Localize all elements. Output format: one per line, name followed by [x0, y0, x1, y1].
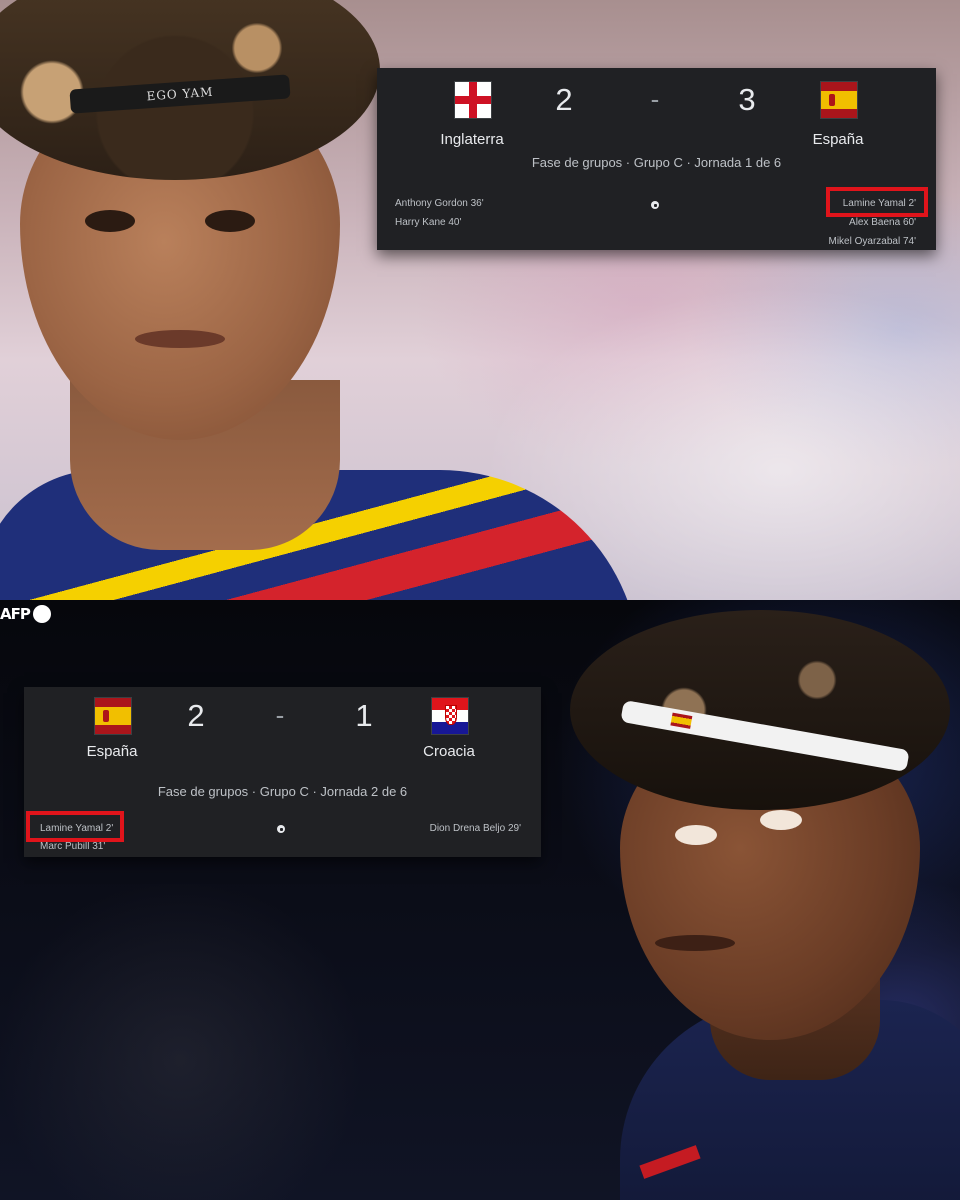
home-score: 2 [555, 82, 573, 117]
croatia-flag-icon [431, 697, 469, 735]
afp-logo-text: AFP [0, 605, 31, 623]
player-eye-left [85, 210, 135, 232]
away-score: 1 [355, 698, 373, 733]
away-team-name: Croacia [423, 743, 475, 760]
score-card-match-2: España 2 - 1 Croacia Fase de grupos · Gr… [24, 687, 541, 857]
match-stage: Fase de grupos · Grupo C · Jornada 2 de … [157, 784, 408, 799]
player-mouth [655, 935, 735, 951]
home-score: 2 [187, 698, 205, 733]
home-team-name: Inglaterra [440, 131, 504, 148]
soccer-ball-icon [651, 201, 659, 209]
photo-credit: AFP [0, 604, 51, 624]
score-card-match-1: Inglaterra 2 - 3 España Fase de grupos ·… [377, 68, 936, 250]
home-scorer: Harry Kane 40' [395, 217, 462, 228]
score-separator: - [275, 700, 285, 730]
match-stage: Fase de grupos · Grupo C · Jornada 1 de … [531, 155, 782, 170]
away-scorer: Mikel Oyarzabal 74' [828, 236, 917, 247]
score-separator: - [650, 84, 660, 114]
player-eye-left [675, 825, 717, 845]
highlight-box [826, 187, 928, 217]
player-eye-right [205, 210, 255, 232]
home-team-name: España [86, 743, 138, 760]
headband-text: EGO YAM [146, 84, 214, 104]
away-scorer: Alex Baena 60' [849, 217, 916, 228]
player-mouth [135, 330, 225, 348]
highlight-box [26, 811, 124, 842]
away-scorer: Dion Drena Beljo 29' [429, 823, 521, 834]
away-team-name: España [812, 131, 864, 148]
away-score: 3 [738, 82, 756, 117]
player-eye-right [760, 810, 802, 830]
home-scorer: Anthony Gordon 36' [395, 198, 484, 209]
soccer-ball-icon [277, 825, 285, 833]
england-flag-icon [454, 81, 492, 119]
spain-flag-icon [820, 81, 858, 119]
spain-flag-icon [94, 697, 132, 735]
afp-logo-dot [32, 605, 51, 623]
spain-flag-icon [670, 712, 693, 729]
home-scorer: Marc Pubill 31' [40, 841, 106, 852]
player-figure-bottom [560, 600, 960, 1200]
